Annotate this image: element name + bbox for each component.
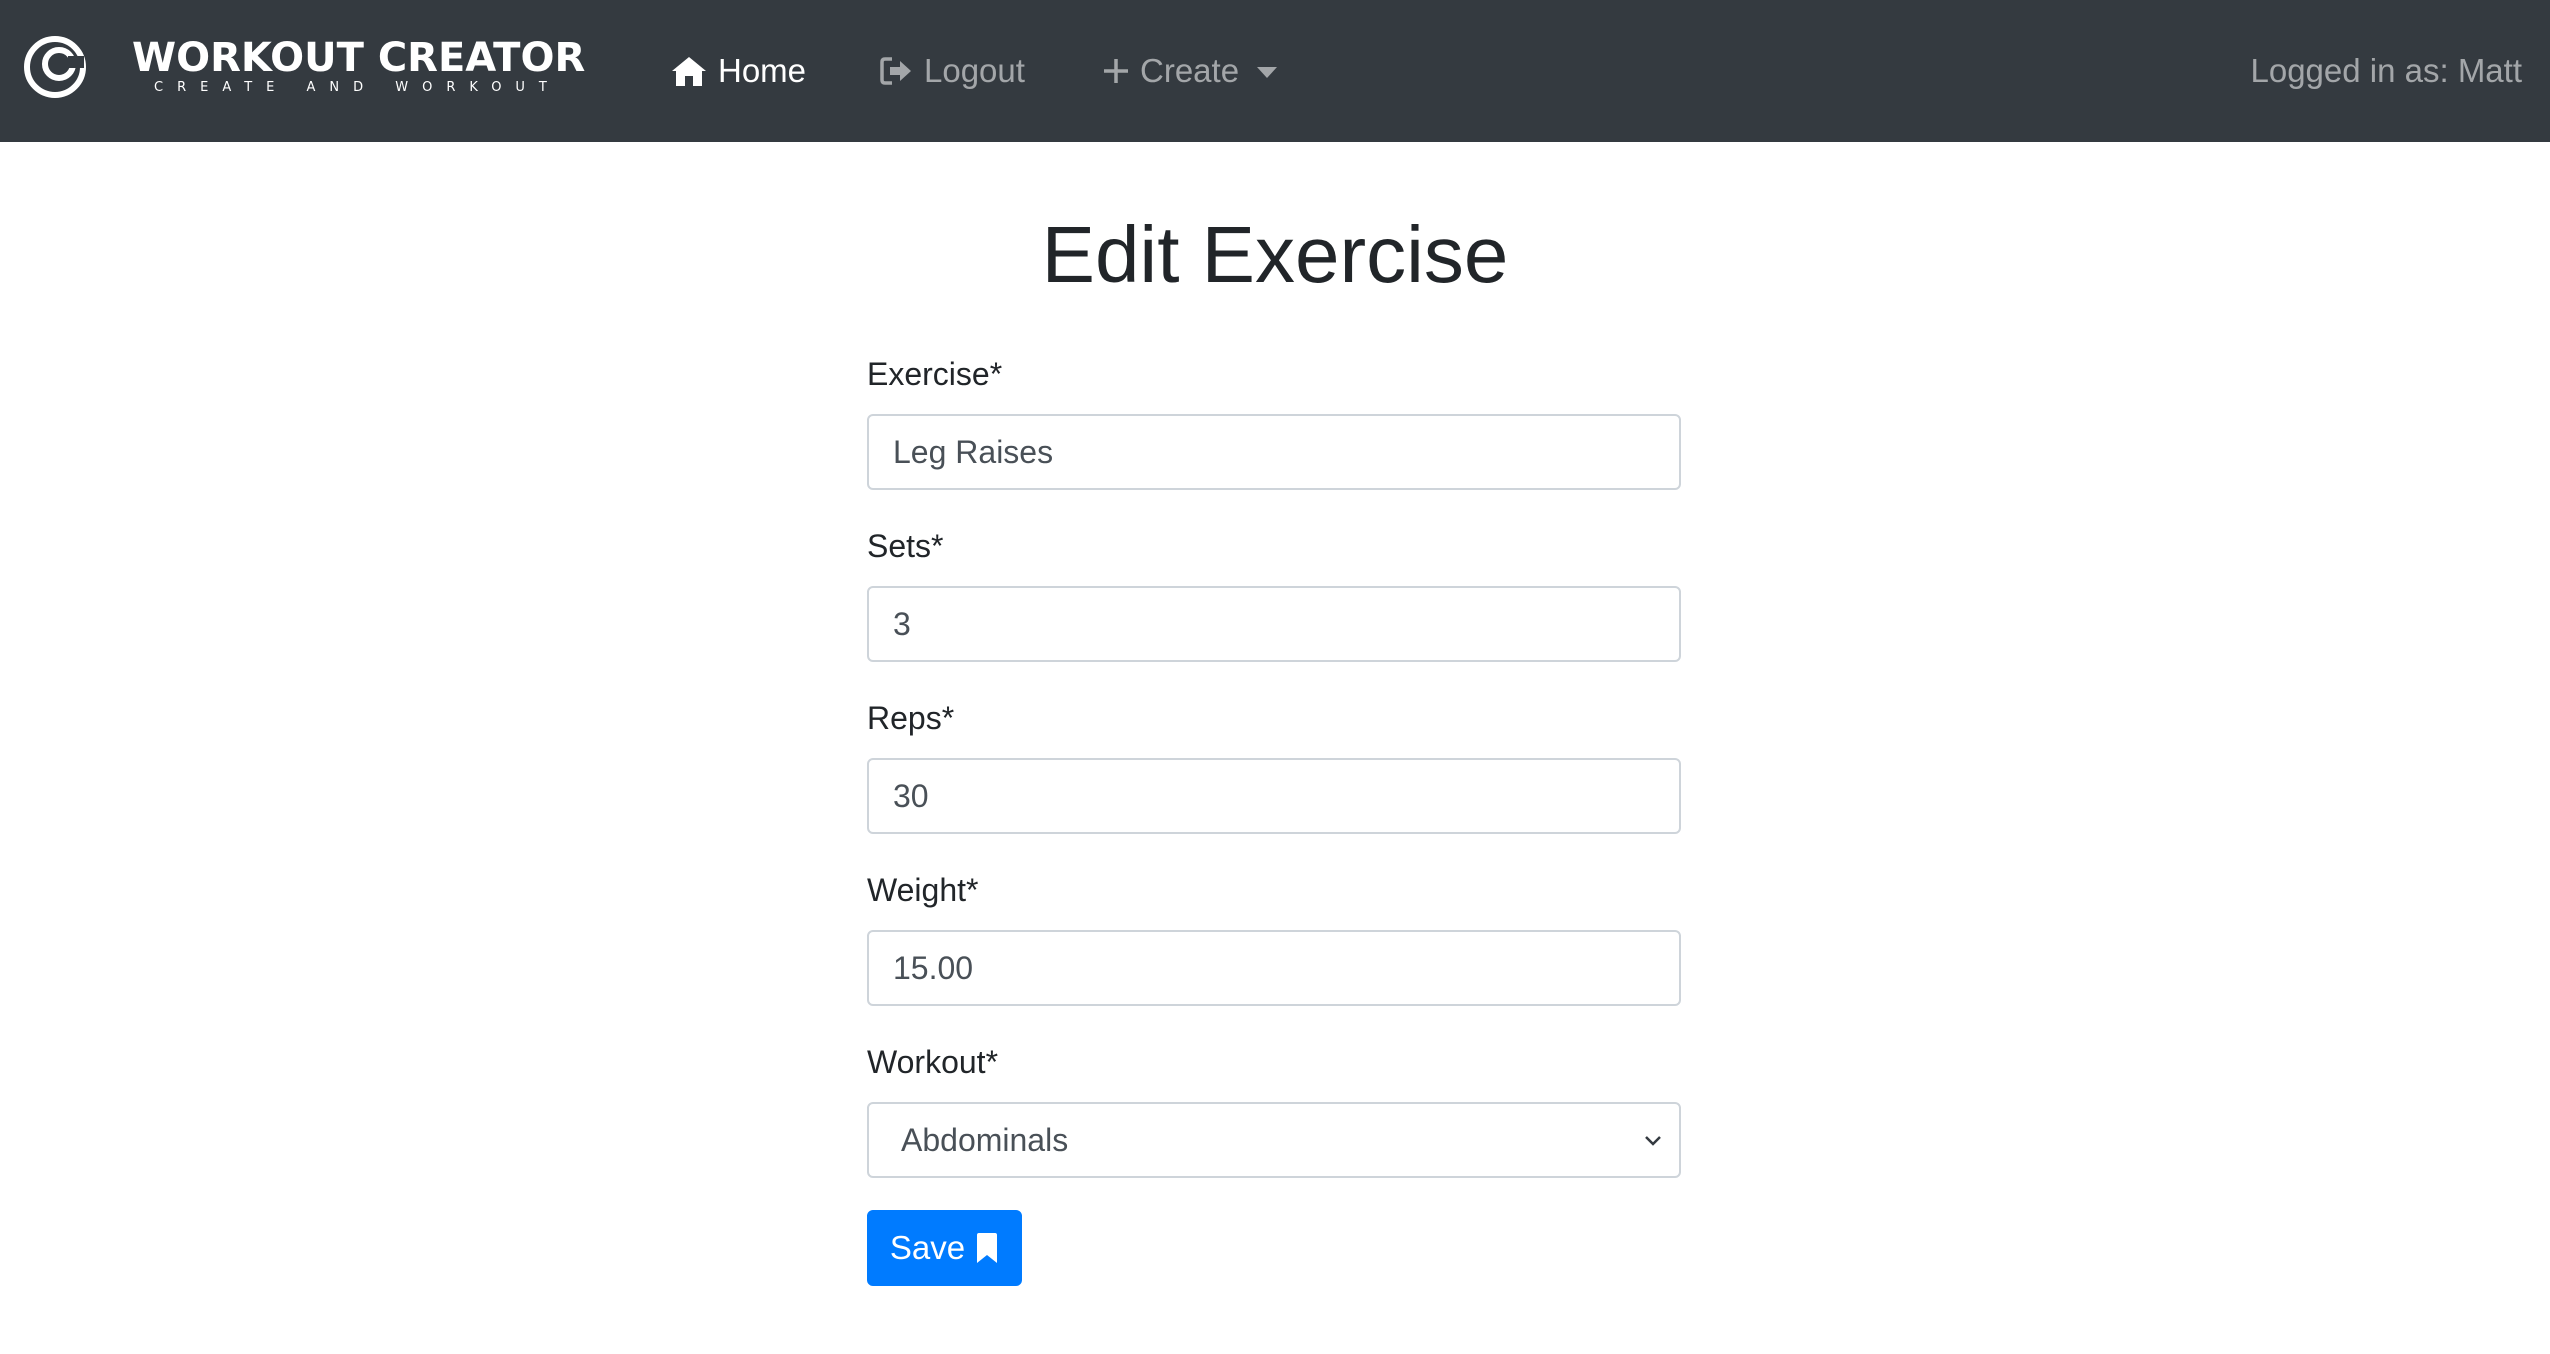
- logged-in-user: Logged in as: Matt: [2250, 52, 2522, 89]
- nav-logout-link[interactable]: Logout: [880, 44, 1025, 98]
- home-icon: [672, 57, 706, 86]
- bookmark-icon: [977, 1233, 998, 1263]
- workout-label: Workout*: [867, 1044, 999, 1080]
- reps-input[interactable]: [867, 758, 1681, 834]
- edit-exercise-form: Exercise* Sets* Reps* Weight* Workout* A…: [867, 350, 1681, 1210]
- brand-text: WORKOUT CREATOR CREATE AND WORKOUT: [132, 36, 585, 96]
- workout-select[interactable]: Abdominals: [867, 1102, 1681, 1178]
- reps-label: Reps*: [867, 700, 955, 736]
- plus-icon: [1104, 59, 1128, 83]
- nav-logout-label: Logout: [924, 52, 1025, 89]
- exercise-label: Exercise*: [867, 356, 1003, 392]
- exercise-input[interactable]: [867, 414, 1681, 490]
- exercise-group: Exercise*: [867, 350, 1681, 522]
- nav-create-dropdown[interactable]: Create: [1102, 44, 1278, 98]
- reps-group: Reps*: [867, 694, 1681, 866]
- sets-group: Sets*: [867, 522, 1681, 694]
- nav-create-label: Create: [1140, 52, 1240, 89]
- brand-link[interactable]: WORKOUT CREATOR CREATE AND WORKOUT: [24, 36, 585, 98]
- nav-home-link[interactable]: Home: [670, 44, 806, 98]
- workout-group: Workout* Abdominals: [867, 1038, 1681, 1210]
- workout-selected-value: Abdominals: [901, 1121, 1069, 1158]
- page-title: Edit Exercise: [1041, 210, 1509, 299]
- brand-title: WORKOUT CREATOR: [132, 35, 586, 81]
- chevron-down-icon: [1645, 1136, 1661, 1146]
- weight-input[interactable]: [867, 930, 1681, 1006]
- save-button[interactable]: Save: [867, 1210, 1022, 1286]
- save-button-label: Save: [889, 1229, 966, 1266]
- nav-home-label: Home: [718, 52, 807, 89]
- caret-down-icon: [1257, 66, 1278, 78]
- weight-group: Weight*: [867, 866, 1681, 1038]
- sets-label: Sets*: [867, 528, 944, 564]
- sets-input[interactable]: [867, 586, 1681, 662]
- brand-tagline: CREATE AND WORKOUT: [154, 80, 561, 95]
- logo-icon: [24, 36, 86, 98]
- navbar: WORKOUT CREATOR CREATE AND WORKOUT Home …: [0, 0, 2550, 142]
- sign-out-icon: [880, 57, 911, 85]
- weight-label: Weight*: [867, 872, 979, 908]
